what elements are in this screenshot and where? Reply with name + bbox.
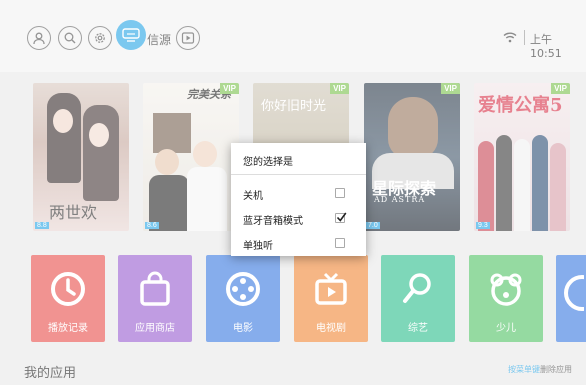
option-shutdown[interactable]: 关机	[231, 180, 366, 206]
option-solo-listen[interactable]: 单独听	[231, 230, 366, 256]
checkmark-icon	[336, 212, 347, 222]
option-label: 单独听	[243, 241, 273, 252]
option-bluetooth-speaker[interactable]: 蓝牙音箱模式	[231, 205, 366, 231]
option-label: 关机	[243, 191, 263, 202]
checkbox-checked[interactable]	[335, 212, 347, 223]
checkbox-unchecked[interactable]	[335, 188, 345, 198]
dialog-title: 您的选择是	[243, 157, 293, 168]
option-label: 蓝牙音箱模式	[243, 216, 303, 227]
checkbox-unchecked[interactable]	[335, 238, 345, 248]
choice-dialog: 您的选择是 关机 蓝牙音箱模式 单独听	[231, 143, 366, 256]
dialog-divider	[231, 174, 366, 175]
